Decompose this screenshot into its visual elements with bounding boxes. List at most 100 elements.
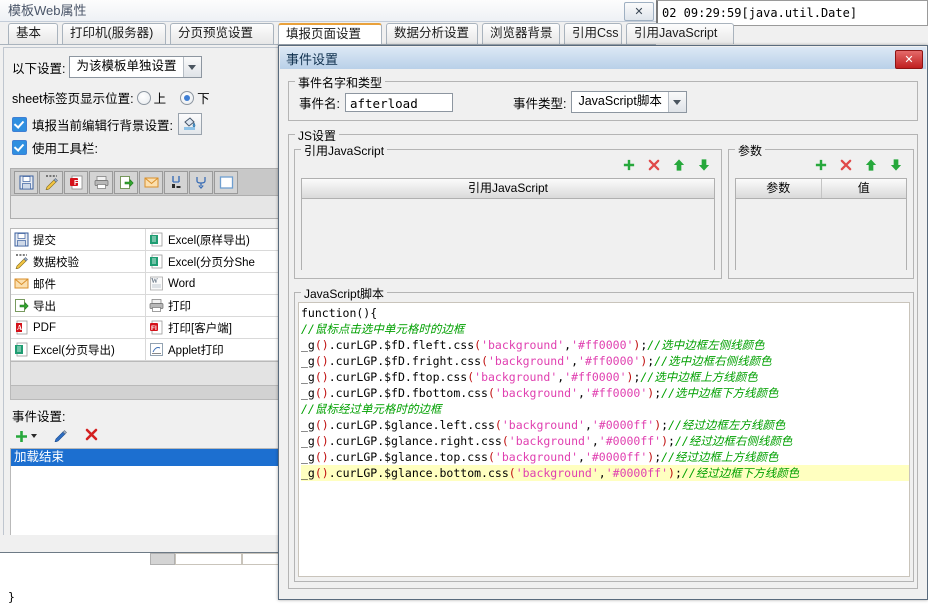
down-icon[interactable]: [697, 158, 711, 175]
blank-icon[interactable]: [214, 170, 238, 194]
print-icon[interactable]: [89, 170, 113, 194]
tab-browser-bg[interactable]: 浏览器背景: [482, 23, 560, 44]
page-break-icon[interactable]: [164, 170, 188, 194]
group-javascript-code-title: JavaScript脚本: [301, 285, 388, 302]
code-line: //鼠标经过单元格时的边框: [301, 402, 442, 416]
list-item[interactable]: 打印: [146, 295, 281, 317]
list-item[interactable]: Applet打印: [146, 339, 281, 361]
fill-row-bg-row: 填报当前编辑行背景设置:: [12, 113, 202, 135]
list-item-label: 提交: [33, 234, 56, 247]
list-item[interactable]: W Word: [146, 273, 281, 295]
window-title-bar: 模板Web属性 ✕: [0, 0, 656, 22]
list-item[interactable]: 提交: [11, 229, 146, 251]
list-item[interactable]: Excel(分页导出): [11, 339, 146, 361]
toolbar-item-list: 提交 Excel(原样导出) 数据校验 Excel(分页分She 邮件 W Wo…: [10, 228, 282, 362]
params-table[interactable]: 参数 值: [735, 178, 907, 270]
list-item[interactable]: A PDF: [11, 317, 146, 339]
excel-icon: [15, 342, 28, 357]
list-item-label: 打印: [168, 300, 191, 313]
dialog-close-button[interactable]: ✕: [895, 50, 923, 69]
svg-text:W: W: [151, 277, 158, 285]
list-item[interactable]: Excel(原样导出): [146, 229, 281, 251]
code-line: _g().curLGP.$glance.left.css('background…: [301, 418, 786, 432]
list-item[interactable]: 导出: [11, 295, 146, 317]
background-color-button[interactable]: [177, 113, 202, 135]
applet-icon: [150, 343, 163, 356]
tab-ref-css[interactable]: 引用Css: [564, 23, 622, 44]
toolbar-preview: Fl: [10, 168, 282, 196]
event-type-combo[interactable]: JavaScript脚本: [571, 91, 687, 113]
pdf-icon: A: [16, 320, 28, 335]
export-icon[interactable]: [114, 170, 138, 194]
tab-printer[interactable]: 打印机(服务器): [62, 23, 166, 44]
validate-icon[interactable]: [39, 170, 63, 194]
list-item[interactable]: 邮件: [11, 273, 146, 295]
settings-scope-combo[interactable]: 为该模板单独设置: [69, 56, 202, 78]
excel-icon: [150, 232, 163, 247]
list-item[interactable]: 数据校验: [11, 251, 146, 273]
down-icon[interactable]: [889, 158, 903, 175]
window-title: 模板Web属性: [8, 3, 87, 18]
tab-page-preview[interactable]: 分页预览设置: [170, 23, 274, 44]
save-icon: [14, 232, 29, 247]
group-ref-javascript: 引用JavaScript 引用JavaScript: [294, 142, 722, 279]
checkbox-use-toolbar[interactable]: [12, 140, 27, 155]
radio-sheet-top[interactable]: [136, 90, 151, 105]
group-javascript-code: JavaScript脚本 function(){//鼠标点击选中单元格时的边框 _…: [294, 285, 914, 582]
radio-sheet-bottom[interactable]: [180, 90, 195, 105]
tab-data-analysis[interactable]: 数据分析设置: [386, 23, 478, 44]
append-icon[interactable]: [189, 170, 213, 194]
add-icon[interactable]: [622, 158, 636, 175]
delete-icon[interactable]: [647, 158, 661, 175]
code-line: _g().curLGP.$fD.fright.css('background',…: [301, 354, 772, 368]
dialog-title: 事件设置: [286, 51, 339, 67]
ref-js-table[interactable]: 引用JavaScript: [301, 178, 715, 270]
add-icon[interactable]: [814, 158, 828, 175]
checkbox-fill-row-bg[interactable]: [12, 116, 27, 132]
add-icon[interactable]: [14, 429, 37, 444]
code-line: _g().curLGP.$glance.top.css('background'…: [301, 450, 779, 464]
print-icon: [149, 299, 164, 312]
list-item[interactable]: Fl 打印[客户端]: [146, 317, 281, 339]
delete-icon[interactable]: [839, 158, 853, 175]
group-js-settings: JS设置 引用JavaScript 引用JavaScript 参数 参数 值 J…: [288, 127, 918, 589]
delete-icon[interactable]: [84, 427, 99, 445]
flash-print-icon[interactable]: Fl: [64, 170, 88, 194]
params-toolbar: [814, 158, 903, 175]
event-list-item-selected[interactable]: 加载结束: [11, 449, 281, 466]
list-item[interactable]: Excel(分页分She: [146, 251, 281, 273]
event-toolbar: [14, 426, 99, 446]
up-icon[interactable]: [672, 158, 686, 175]
group-event-name-type: 事件名字和类型 事件名: afterload 事件类型: JavaScript脚…: [288, 74, 918, 121]
chevron-down-icon: [667, 92, 686, 112]
javascript-code-editor[interactable]: function(){//鼠标点击选中单元格时的边框 _g().curLGP.$f…: [298, 302, 910, 577]
export-icon: [15, 299, 29, 312]
ref-js-table-body[interactable]: [302, 199, 714, 270]
tab-strip: 基本 打印机(服务器) 分页预览设置 填报页面设置 数据分析设置 浏览器背景 引…: [0, 22, 734, 45]
toolbar-spacer: [10, 196, 282, 219]
settings-scope-label: 以下设置:: [12, 61, 66, 76]
radio-sheet-top-label: 上: [153, 92, 167, 106]
params-table-body[interactable]: [736, 199, 906, 270]
paint-bucket-icon: [184, 117, 196, 130]
edit-icon[interactable]: [53, 427, 68, 445]
app-root: 模板Web属性 ✕ 02 09:29:59[java.util.Date] 基本…: [0, 0, 928, 604]
list-item-label: 邮件: [33, 278, 56, 291]
event-type-label: 事件类型:: [512, 96, 567, 111]
sheet-grid-cell[interactable]: [175, 553, 242, 565]
code-line: _g().curLGP.$fD.fleft.css('background','…: [301, 338, 765, 352]
window-close-button[interactable]: ✕: [624, 2, 654, 21]
svg-text:Fl: Fl: [151, 325, 157, 332]
sheet-position-label: sheet标签页显示位置:: [12, 92, 134, 106]
tab-basic[interactable]: 基本: [8, 23, 58, 44]
mail-icon[interactable]: [139, 170, 163, 194]
chevron-down-icon: [182, 57, 201, 77]
event-name-input[interactable]: afterload: [344, 92, 453, 112]
params-column-header-value: 值: [857, 181, 870, 195]
close-icon: ✕: [634, 5, 644, 18]
tab-fill-page[interactable]: 填报页面设置: [278, 23, 382, 44]
tab-ref-js[interactable]: 引用JavaScript: [626, 23, 734, 44]
save-icon[interactable]: [14, 170, 38, 194]
up-icon[interactable]: [864, 158, 878, 175]
params-table-header: 参数 值: [736, 179, 906, 199]
